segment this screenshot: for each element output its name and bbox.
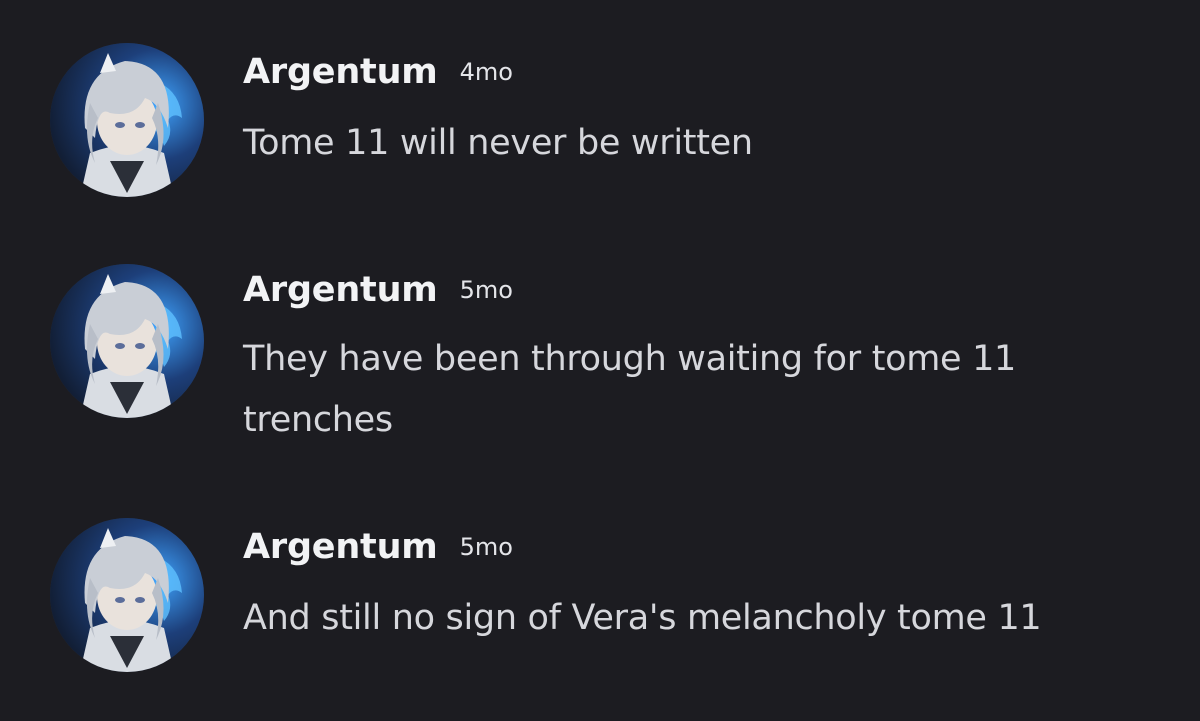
message-text: They have been through waiting for tome … [243,339,1017,440]
author-name[interactable]: Argentum [243,52,438,92]
avatar-image [50,518,204,672]
message-header: Argentum 4mo [243,52,513,92]
author-name[interactable]: Argentum [243,527,438,567]
author-name[interactable]: Argentum [243,270,438,310]
timestamp[interactable]: 5mo [460,276,513,304]
timestamp[interactable]: 4mo [460,58,513,86]
message-header: Argentum 5mo [243,527,513,567]
timestamp[interactable]: 5mo [460,533,513,561]
avatar-image [50,264,204,418]
avatar[interactable] [50,43,204,197]
message-text: Tome 11 will never be written [243,123,753,163]
avatar[interactable] [50,264,204,418]
message-text: And still no sign of Vera's melancholy t… [243,598,1042,638]
avatar-image [50,43,204,197]
avatar[interactable] [50,518,204,672]
message-feed: Argentum 4mo Tome 11 will never be writte… [0,0,1200,721]
message-header: Argentum 5mo [243,270,513,310]
